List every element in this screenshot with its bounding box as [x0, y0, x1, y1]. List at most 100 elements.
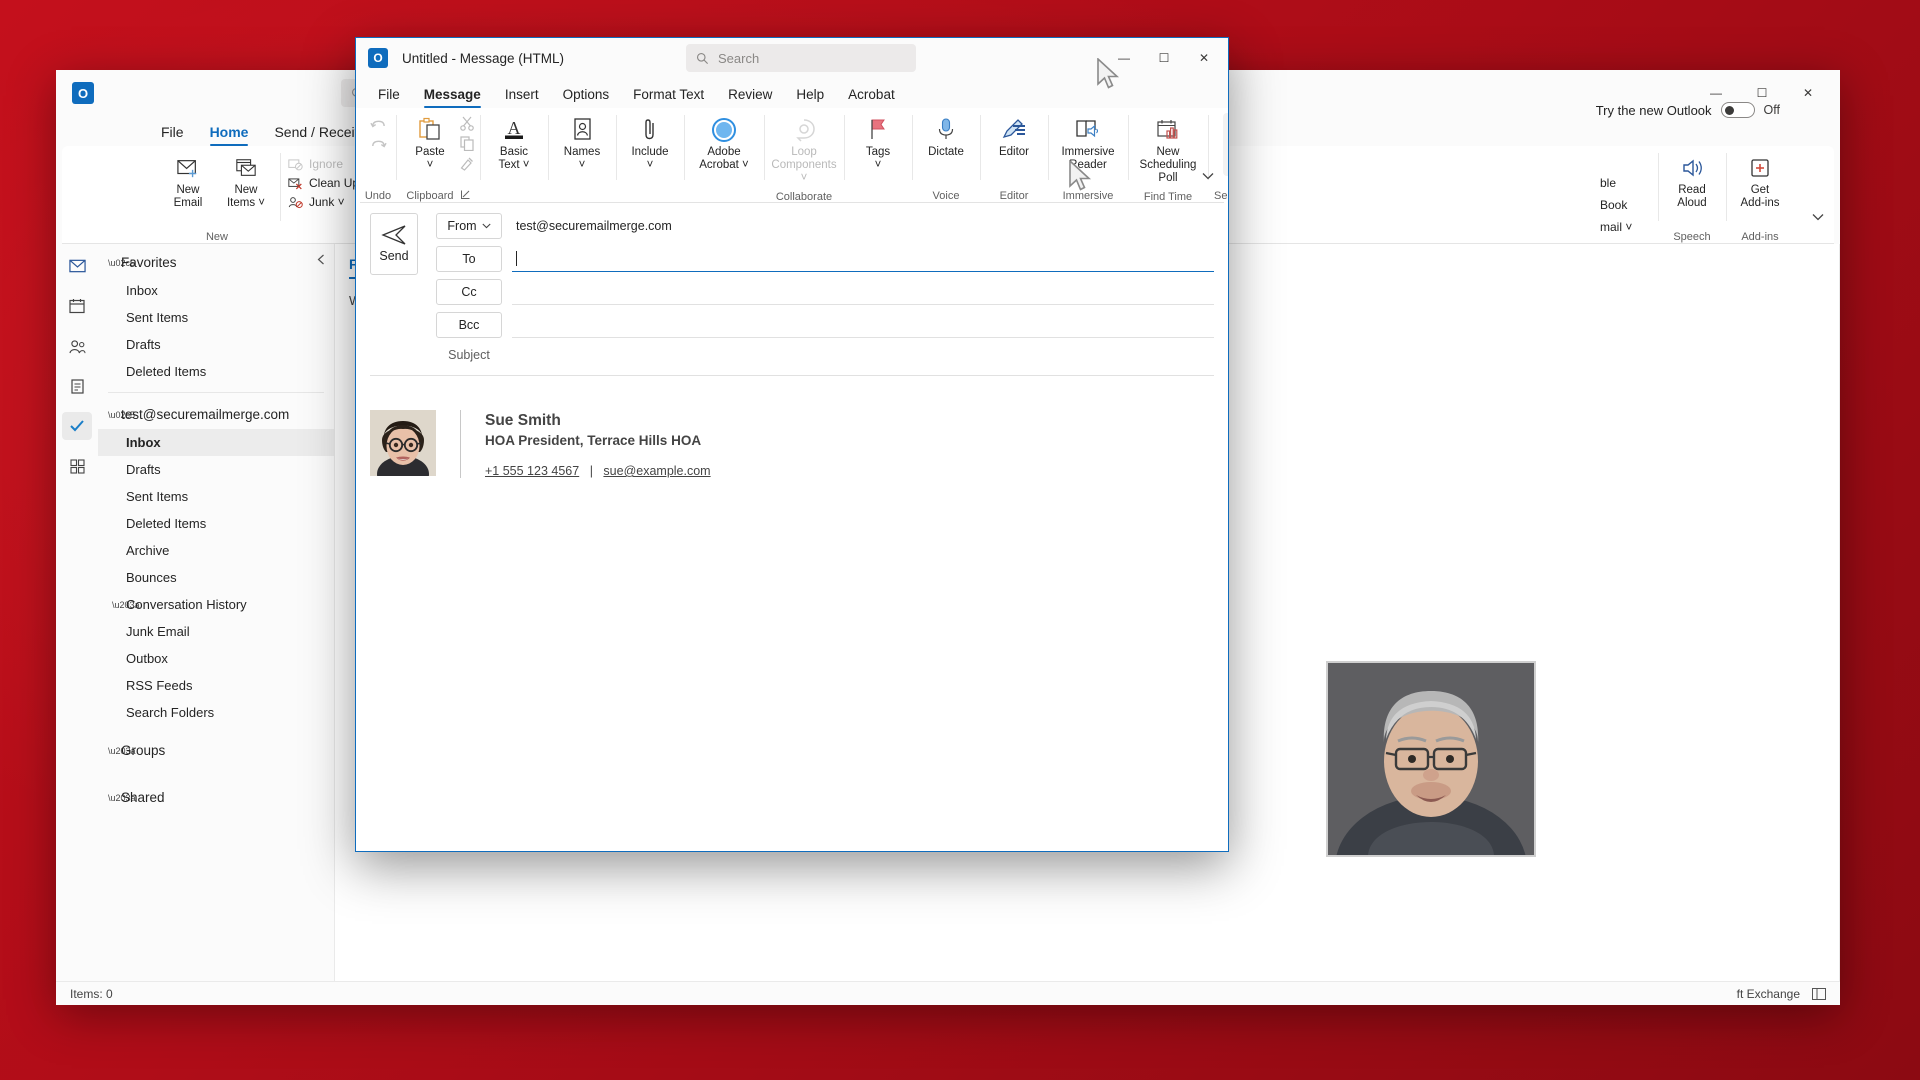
new-items-button[interactable]: New Items ˅ — [218, 151, 274, 214]
apps-icon[interactable] — [62, 452, 92, 480]
new-scheduling-poll-button[interactable]: New Scheduling Poll — [1134, 113, 1202, 190]
close-button[interactable]: ✕ — [1786, 76, 1830, 110]
mail-icon[interactable] — [62, 252, 92, 280]
new-items-icon — [233, 155, 259, 181]
send-button[interactable]: Send — [370, 213, 418, 275]
tags-button[interactable]: Tags ˅ — [850, 113, 906, 176]
undo-icon[interactable] — [369, 119, 387, 133]
sidebar-item-inbox-fav[interactable]: Inbox — [98, 277, 334, 304]
sidebar-item-drafts[interactable]: Drafts — [98, 456, 334, 483]
compose-tab-acrobat[interactable]: Acrobat — [836, 85, 907, 108]
tasks-icon[interactable] — [62, 372, 92, 400]
ribbon-group-speech-label: Speech — [1673, 231, 1711, 243]
message-body[interactable]: Sue Smith HOA President, Terrace Hills H… — [356, 376, 1228, 851]
read-aloud-button[interactable]: Read Aloud — [1664, 151, 1720, 214]
folder-label: Sent Items — [126, 489, 189, 504]
ribbon-group-tags: Tags ˅ — [844, 108, 912, 202]
folder-label: Drafts — [126, 337, 161, 352]
format-painter-icon[interactable] — [460, 156, 474, 171]
copy-icon[interactable] — [460, 136, 474, 151]
immersive-reader-button[interactable]: Immersive Reader — [1054, 113, 1122, 176]
sidebar-item-bounces[interactable]: Bounces — [98, 564, 334, 591]
from-button[interactable]: From — [436, 213, 502, 239]
cc-input[interactable] — [512, 279, 1214, 305]
signature-email-link[interactable]: sue@example.com — [603, 464, 710, 478]
people-icon[interactable] — [62, 332, 92, 360]
bcc-input[interactable] — [512, 312, 1214, 338]
try-new-outlook-toggle[interactable] — [1720, 102, 1755, 118]
compose-close-button[interactable]: ✕ — [1184, 38, 1224, 78]
account-label: test@securemailmerge.com — [121, 407, 290, 422]
sidebar-item-junk-email[interactable]: Junk Email — [98, 618, 334, 645]
paste-button[interactable]: Paste ˅ — [402, 113, 458, 176]
compose-tab-options[interactable]: Options — [551, 85, 622, 108]
compose-tab-format-text[interactable]: Format Text — [621, 85, 716, 108]
ribbon-group-include: Include ˅ — [616, 108, 684, 202]
signature-phone-link[interactable]: +1 555 123 4567 — [485, 464, 579, 478]
to-button[interactable]: To — [436, 246, 502, 272]
sidebar-item-conversation-history[interactable]: \u203a Conversation History — [98, 591, 334, 618]
sidebar-item-rss-feeds[interactable]: RSS Feeds — [98, 672, 334, 699]
editor-button[interactable]: Editor — [986, 113, 1042, 163]
names-button[interactable]: Names ˅ — [554, 113, 610, 176]
sidebar-item-outbox[interactable]: Outbox — [98, 645, 334, 672]
field-row-cc: Cc — [436, 279, 1214, 305]
sidebar-item-deleted-items[interactable]: Deleted Items — [98, 510, 334, 537]
cc-button[interactable]: Cc — [436, 279, 502, 305]
campaign-manager-button[interactable]: Campaign Manager — [1223, 113, 1228, 177]
from-value[interactable]: test@securemailmerge.com — [512, 213, 1214, 239]
compose-maximize-button[interactable]: ☐ — [1144, 38, 1184, 78]
compose-chevron-down-icon[interactable] — [1202, 172, 1214, 180]
compose-tab-message[interactable]: Message — [412, 85, 493, 108]
todo-icon[interactable] — [62, 412, 92, 440]
collapse-folder-pane-button[interactable] — [317, 254, 326, 265]
new-email-button[interactable]: New Email — [160, 151, 216, 214]
tab-home[interactable]: Home — [197, 122, 262, 146]
sidebar-item-deleted-fav[interactable]: Deleted Items — [98, 358, 334, 385]
sidebar-item-search-folders[interactable]: Search Folders — [98, 699, 334, 726]
get-addins-button[interactable]: Get Add-ins — [1732, 151, 1788, 214]
sidebar-item-drafts-fav[interactable]: Drafts — [98, 331, 334, 358]
sidebar-item-sent-fav[interactable]: Sent Items — [98, 304, 334, 331]
signature-text: Sue Smith HOA President, Terrace Hills H… — [485, 410, 711, 478]
folder-section-groups[interactable]: \u203a Groups — [98, 736, 334, 765]
compose-tab-file[interactable]: File — [366, 85, 412, 108]
to-input[interactable] — [512, 246, 1214, 272]
chevron-right-icon: \u203a — [108, 745, 136, 756]
compose-search-input[interactable]: Search — [686, 44, 916, 72]
read-aloud-label-1: Read — [1678, 184, 1706, 196]
folder-label: Inbox — [126, 435, 161, 450]
loop-components-button[interactable]: Loop Components ˅ — [770, 113, 838, 190]
ribbon-group-clipboard: Paste ˅ Clipboard — [396, 108, 480, 202]
adobe-acrobat-button[interactable]: Adobe Acrobat ˅ — [690, 113, 758, 176]
try-new-outlook[interactable]: Try the new Outlook Off — [1596, 102, 1780, 118]
sidebar-item-sent-items[interactable]: Sent Items — [98, 483, 334, 510]
dictate-button[interactable]: Dictate — [918, 113, 974, 163]
bcc-button[interactable]: Bcc — [436, 312, 502, 338]
chevron-down-icon[interactable] — [1812, 213, 1824, 221]
calendar-icon[interactable] — [62, 292, 92, 320]
folder-label: Bounces — [126, 570, 177, 585]
folder-section-account[interactable]: \u02c5 test@securemailmerge.com — [98, 400, 334, 429]
sidebar-item-inbox[interactable]: Inbox — [98, 429, 334, 456]
cut-icon[interactable] — [460, 116, 474, 131]
compose-minimize-button[interactable]: — — [1104, 38, 1144, 78]
tags-label-1: Tags — [865, 146, 891, 158]
ignore-label: Ignore — [309, 157, 344, 171]
redo-icon[interactable] — [370, 139, 387, 153]
basic-text-button[interactable]: A Basic Text ˅ — [486, 113, 542, 176]
dialog-launcher-icon[interactable] — [460, 190, 470, 202]
compose-tab-review[interactable]: Review — [716, 85, 784, 108]
compose-tab-insert[interactable]: Insert — [493, 85, 551, 108]
addressbook-clip-3: mail ˅ — [1600, 220, 1633, 234]
folder-section-shared[interactable]: \u203a Shared — [98, 783, 334, 812]
tab-file[interactable]: File — [148, 122, 197, 146]
sidebar-item-archive[interactable]: Archive — [98, 537, 334, 564]
tags-label-2: ˅ — [874, 159, 882, 172]
compose-tab-help[interactable]: Help — [784, 85, 836, 108]
layout-icon[interactable] — [1812, 987, 1826, 1000]
folder-section-favorites[interactable]: \u02c5 Favorites — [98, 248, 334, 277]
subject-input[interactable] — [512, 343, 1214, 367]
chevron-down-icon — [481, 223, 491, 229]
include-button[interactable]: Include ˅ — [622, 113, 678, 176]
